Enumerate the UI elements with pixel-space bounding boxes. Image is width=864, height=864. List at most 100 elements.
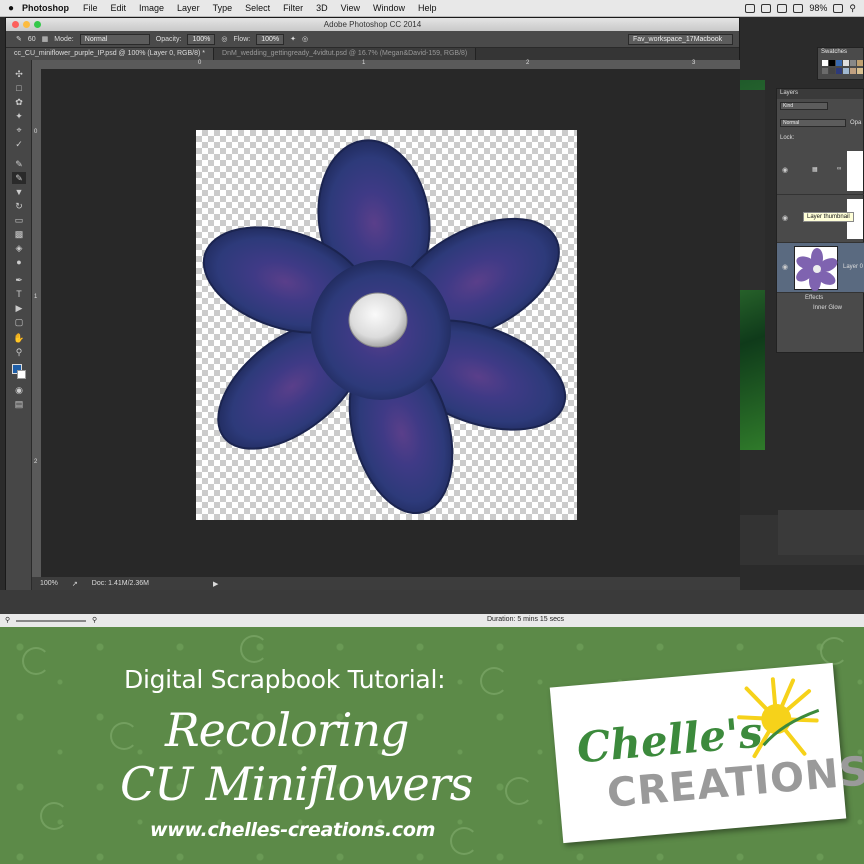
eraser-tool-icon[interactable]: ▭	[12, 214, 26, 226]
menu-layer[interactable]: Layer	[177, 3, 200, 13]
swatch[interactable]	[843, 60, 849, 66]
menu-help[interactable]: Help	[418, 3, 437, 13]
gradient-tool-icon[interactable]: ▩	[12, 228, 26, 240]
dropbox-icon[interactable]	[761, 3, 772, 13]
background-color-swatch[interactable]	[17, 370, 26, 379]
tab-wedding[interactable]: DnM_wedding_gettingready_4vidtut.psd @ 1…	[214, 48, 477, 60]
blend-mode-select[interactable]: Normal	[780, 119, 846, 127]
photoshop-window: Adobe Photoshop CC 2014 ✎ 60 ▦ Mode: Nor…	[5, 17, 740, 590]
swatch[interactable]	[850, 60, 856, 66]
swatch[interactable]	[857, 68, 863, 74]
blur-tool-icon[interactable]: ◈	[12, 242, 26, 254]
path-select-icon[interactable]: ▶	[12, 302, 26, 314]
minimize-button[interactable]	[23, 21, 30, 28]
swatch[interactable]	[829, 68, 835, 74]
screen-mode-icon[interactable]: ▤	[12, 398, 26, 410]
swatch[interactable]	[836, 68, 842, 74]
ruler-mark: 2	[34, 459, 38, 465]
layer-row-adjustment[interactable]: ◉ ▦ ∞	[777, 147, 864, 195]
quick-mask-icon[interactable]: ◉	[12, 384, 26, 396]
visibility-eye-icon[interactable]: ◉	[782, 214, 788, 222]
zoom-out-icon[interactable]: ⚲	[5, 616, 10, 624]
eyedropper-icon[interactable]: ✓	[12, 138, 26, 150]
brush-tool-icon[interactable]: ✎	[16, 35, 22, 43]
layer-row-layer0[interactable]: ◉ Layer 0	[777, 243, 864, 293]
zoom-tool-icon[interactable]: ⚲	[12, 346, 26, 358]
hand-tool-icon[interactable]: ✋	[12, 332, 26, 344]
apple-icon[interactable]: ●	[0, 3, 22, 14]
brush-size[interactable]: 60	[28, 36, 36, 43]
swatches-title: Swatches	[821, 49, 848, 55]
tab-miniflower[interactable]: cc_CU_miniflower_purple_IP.psd @ 100% (L…	[6, 48, 215, 60]
mode-select[interactable]: Normal	[79, 33, 150, 45]
banner-title-line1: Recoloring	[165, 703, 409, 757]
move-tool-icon[interactable]: ✣	[12, 68, 26, 80]
wifi-icon[interactable]	[793, 3, 804, 13]
swatch[interactable]	[822, 68, 828, 74]
type-tool-icon[interactable]: T	[12, 288, 26, 300]
effects-label[interactable]: Effects	[805, 295, 823, 301]
layer-mask-thumb[interactable]	[847, 151, 863, 191]
quick-select-icon[interactable]: ✦	[12, 110, 26, 122]
miniflower-image[interactable]	[196, 130, 577, 520]
visibility-eye-icon[interactable]: ◉	[782, 166, 788, 174]
canvas-area[interactable]	[41, 69, 740, 577]
banner-title-line2: CU Miniflowers	[120, 757, 473, 811]
layer-name[interactable]: Layer 0	[843, 264, 863, 270]
ruler-mark: 0	[34, 129, 38, 135]
zoom-in-icon[interactable]: ⚲	[92, 616, 97, 624]
healing-brush-icon[interactable]: ✎	[12, 158, 26, 170]
swatch[interactable]	[857, 60, 863, 66]
zoom-slider[interactable]	[16, 620, 86, 622]
stamp-tool-icon[interactable]: ▼	[12, 186, 26, 198]
flow-field[interactable]: 100%	[256, 33, 285, 45]
visibility-eye-icon[interactable]: ◉	[782, 263, 788, 271]
mail-icon[interactable]	[745, 3, 756, 13]
export-icon[interactable]: ↗	[72, 580, 78, 588]
opacity-field[interactable]: 100%	[187, 33, 216, 45]
airbrush-icon[interactable]: ✦	[290, 35, 296, 43]
document-canvas[interactable]	[196, 130, 577, 520]
menu-type[interactable]: Type	[213, 3, 233, 13]
close-button[interactable]	[12, 21, 19, 28]
menu-file[interactable]: File	[83, 3, 98, 13]
swatch[interactable]	[850, 68, 856, 74]
history-brush-icon[interactable]: ↻	[12, 200, 26, 212]
swatch[interactable]	[829, 60, 835, 66]
lasso-tool-icon[interactable]: ✿	[12, 96, 26, 108]
spiral-decoration	[820, 637, 848, 665]
status-menu-arrow-icon[interactable]: ▶	[213, 580, 218, 588]
battery-label[interactable]: 98%	[809, 3, 827, 13]
crop-tool-icon[interactable]: ⌖	[12, 124, 26, 136]
marquee-tool-icon[interactable]: □	[12, 82, 26, 94]
bluetooth-icon[interactable]	[777, 3, 788, 13]
app-menu[interactable]: Photoshop	[22, 3, 69, 13]
pressure-size-icon[interactable]: ◎	[302, 35, 308, 43]
menu-filter[interactable]: Filter	[283, 3, 303, 13]
search-icon[interactable]: ⚲	[849, 3, 856, 14]
swatch[interactable]	[822, 60, 828, 66]
mac-menubar: ● Photoshop File Edit Image Layer Type S…	[0, 0, 864, 17]
menu-select[interactable]: Select	[245, 3, 270, 13]
brush-panel-icon[interactable]: ▦	[42, 35, 49, 43]
pressure-opacity-icon[interactable]: ◎	[221, 35, 227, 43]
pen-tool-icon[interactable]: ✒	[12, 274, 26, 286]
menu-image[interactable]: Image	[139, 3, 164, 13]
menu-edit[interactable]: Edit	[111, 3, 127, 13]
brush-tool-selected-icon[interactable]: ✎	[12, 172, 26, 184]
swatch[interactable]	[836, 60, 842, 66]
shape-tool-icon[interactable]: ▢	[12, 316, 26, 328]
workspace-select[interactable]: Fav_workspace_17Macbook	[628, 33, 733, 45]
menu-3d[interactable]: 3D	[316, 3, 328, 13]
dodge-tool-icon[interactable]: ●	[12, 256, 26, 268]
battery-icon[interactable]	[833, 3, 844, 13]
menu-view[interactable]: View	[341, 3, 360, 13]
zoom-level[interactable]: 100%	[40, 580, 58, 587]
filter-kind-select[interactable]: Kind	[780, 102, 828, 110]
banner-url[interactable]: www.chelles-creations.com	[150, 819, 435, 841]
zoom-button[interactable]	[34, 21, 41, 28]
inner-glow-label[interactable]: Inner Glow	[813, 305, 842, 311]
layer-thumbnail[interactable]	[794, 246, 838, 291]
menu-window[interactable]: Window	[373, 3, 405, 13]
swatch[interactable]	[843, 68, 849, 74]
